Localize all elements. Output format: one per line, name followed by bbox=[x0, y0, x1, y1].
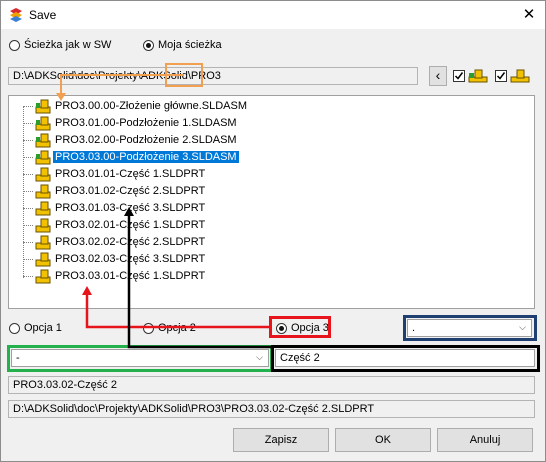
save-dialog: Save ✕ Ścieżka jak w SW Moja ścieżka D:\… bbox=[0, 0, 546, 462]
annotation-arrows bbox=[56, 74, 271, 349]
